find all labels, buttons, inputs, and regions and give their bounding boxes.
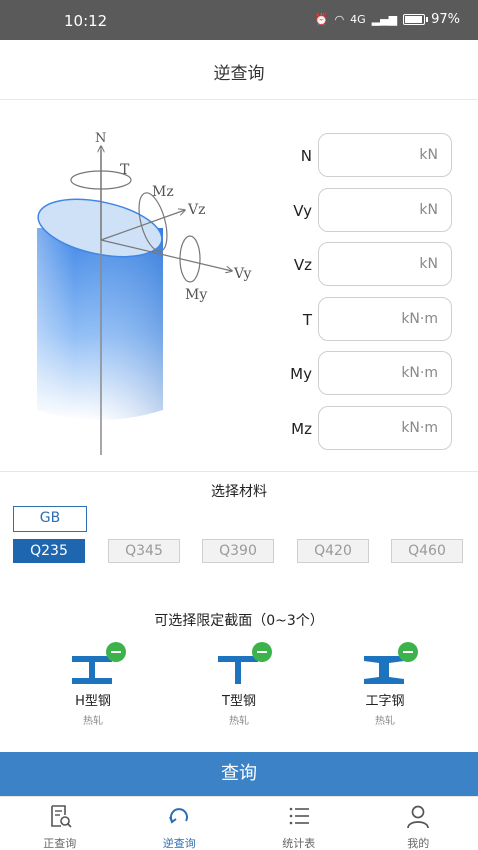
grade-q345-button[interactable]: Q345 xyxy=(108,539,180,563)
network-label: 4G xyxy=(350,13,366,26)
page-title: 逆查询 xyxy=(213,64,265,84)
refresh-icon xyxy=(169,808,189,824)
vz-input[interactable]: kN xyxy=(318,242,452,286)
force-row-vy: Vy kN xyxy=(280,187,460,243)
grade-q390-button[interactable]: Q390 xyxy=(202,539,274,563)
section-h-beam[interactable]: H型钢 热轧 xyxy=(48,640,138,730)
section-name: 工字钢 xyxy=(365,694,405,709)
battery-icon xyxy=(403,14,429,25)
section-t-beam[interactable]: T型钢 热轧 xyxy=(194,640,284,730)
t-label: T xyxy=(120,162,130,178)
section-sub: 热轧 xyxy=(229,716,249,727)
bottom-nav: 正查询 逆查询 统计表 我的 xyxy=(0,796,478,850)
list-icon xyxy=(289,807,309,825)
status-icons: ⏰ ◠ 4G ▂▄▆ 97% xyxy=(315,12,460,27)
unit-label: kN·m xyxy=(401,419,438,436)
section-sub: 热轧 xyxy=(83,716,103,727)
grade-q460-button[interactable]: Q460 xyxy=(391,539,463,563)
section-name: H型钢 xyxy=(75,694,111,709)
force-row-vz: Vz kN xyxy=(280,242,460,297)
mz-input[interactable]: kN·m xyxy=(318,405,452,450)
force-label: Mz xyxy=(291,419,312,438)
alarm-icon: ⏰ xyxy=(314,13,329,26)
grade-q235-button[interactable]: Q235 xyxy=(13,539,85,563)
nav-item-statistics[interactable]: 统计表 xyxy=(239,797,359,850)
vy-input[interactable]: kN xyxy=(318,187,452,232)
wifi-icon: ◠ xyxy=(334,13,345,26)
query-button[interactable]: 查询 xyxy=(0,752,478,796)
n-label: N xyxy=(95,131,106,146)
force-label: Vz xyxy=(293,256,312,274)
nav-item-reverse-query[interactable]: 逆查询 xyxy=(120,797,240,850)
section-sub: 热轧 xyxy=(375,716,395,727)
n-input[interactable]: kN xyxy=(318,133,452,177)
battery-percent: 97% xyxy=(431,12,460,27)
unit-label: kN xyxy=(419,201,438,218)
person-icon xyxy=(407,805,430,829)
section-i-beam[interactable]: 工字钢 热轧 xyxy=(340,640,430,730)
nav-label: 正查询 xyxy=(43,837,77,850)
nav-label: 逆查询 xyxy=(162,837,196,850)
force-label: My xyxy=(290,365,312,383)
nav-item-forward-query[interactable]: 正查询 xyxy=(0,797,120,850)
force-label: Vy xyxy=(293,201,312,220)
document-search-icon xyxy=(50,805,72,828)
section-name: T型钢 xyxy=(222,694,256,709)
nav-label: 统计表 xyxy=(282,837,316,850)
my-label: My xyxy=(185,287,207,303)
remove-badge-icon[interactable] xyxy=(106,642,126,662)
force-inputs: N kN Vy kN Vz kN T kN·m My kN·m Mz kN·m xyxy=(280,133,460,460)
my-input[interactable]: kN·m xyxy=(318,351,452,395)
divider xyxy=(0,471,478,472)
vz-label: Vz xyxy=(187,202,206,218)
standard-gb-button[interactable]: GB xyxy=(13,506,87,532)
unit-label: kN·m xyxy=(401,365,438,381)
remove-badge-icon[interactable] xyxy=(252,642,272,662)
status-bar: 10:12 ⏰ ◠ 4G ▂▄▆ 97% xyxy=(0,0,478,40)
t-input[interactable]: kN·m xyxy=(318,296,452,341)
vy-label: Vy xyxy=(233,266,252,282)
nav-item-profile[interactable]: 我的 xyxy=(359,797,478,850)
signal-icon: ▂▄▆ xyxy=(371,13,398,26)
unit-label: kN·m xyxy=(401,310,438,327)
status-time: 10:12 xyxy=(64,12,108,30)
unit-label: kN xyxy=(419,147,438,163)
section-title: 可选择限定截面（0~3个） xyxy=(154,613,324,629)
internal-force-diagram: N T Vz Vy Mz My xyxy=(37,131,252,455)
force-row-n: N kN xyxy=(280,133,460,188)
force-row-my: My kN·m xyxy=(280,351,460,406)
material-title: 选择材料 xyxy=(211,484,267,500)
mz-label: Mz xyxy=(152,184,174,200)
unit-label: kN xyxy=(419,256,438,272)
force-row-t: T kN·m xyxy=(280,296,460,352)
nav-label: 我的 xyxy=(407,837,430,850)
grade-q420-button[interactable]: Q420 xyxy=(297,539,369,563)
screen: 10:12 ⏰ ◠ 4G ▂▄▆ 97% 逆查询 N T Vz Vy Mz My… xyxy=(0,0,478,850)
force-label: N xyxy=(300,147,312,165)
force-label: T xyxy=(302,310,312,329)
remove-badge-icon[interactable] xyxy=(398,642,418,662)
battery-level xyxy=(405,16,423,23)
header: 逆查询 xyxy=(0,40,478,100)
force-row-mz: Mz kN·m xyxy=(280,405,460,461)
